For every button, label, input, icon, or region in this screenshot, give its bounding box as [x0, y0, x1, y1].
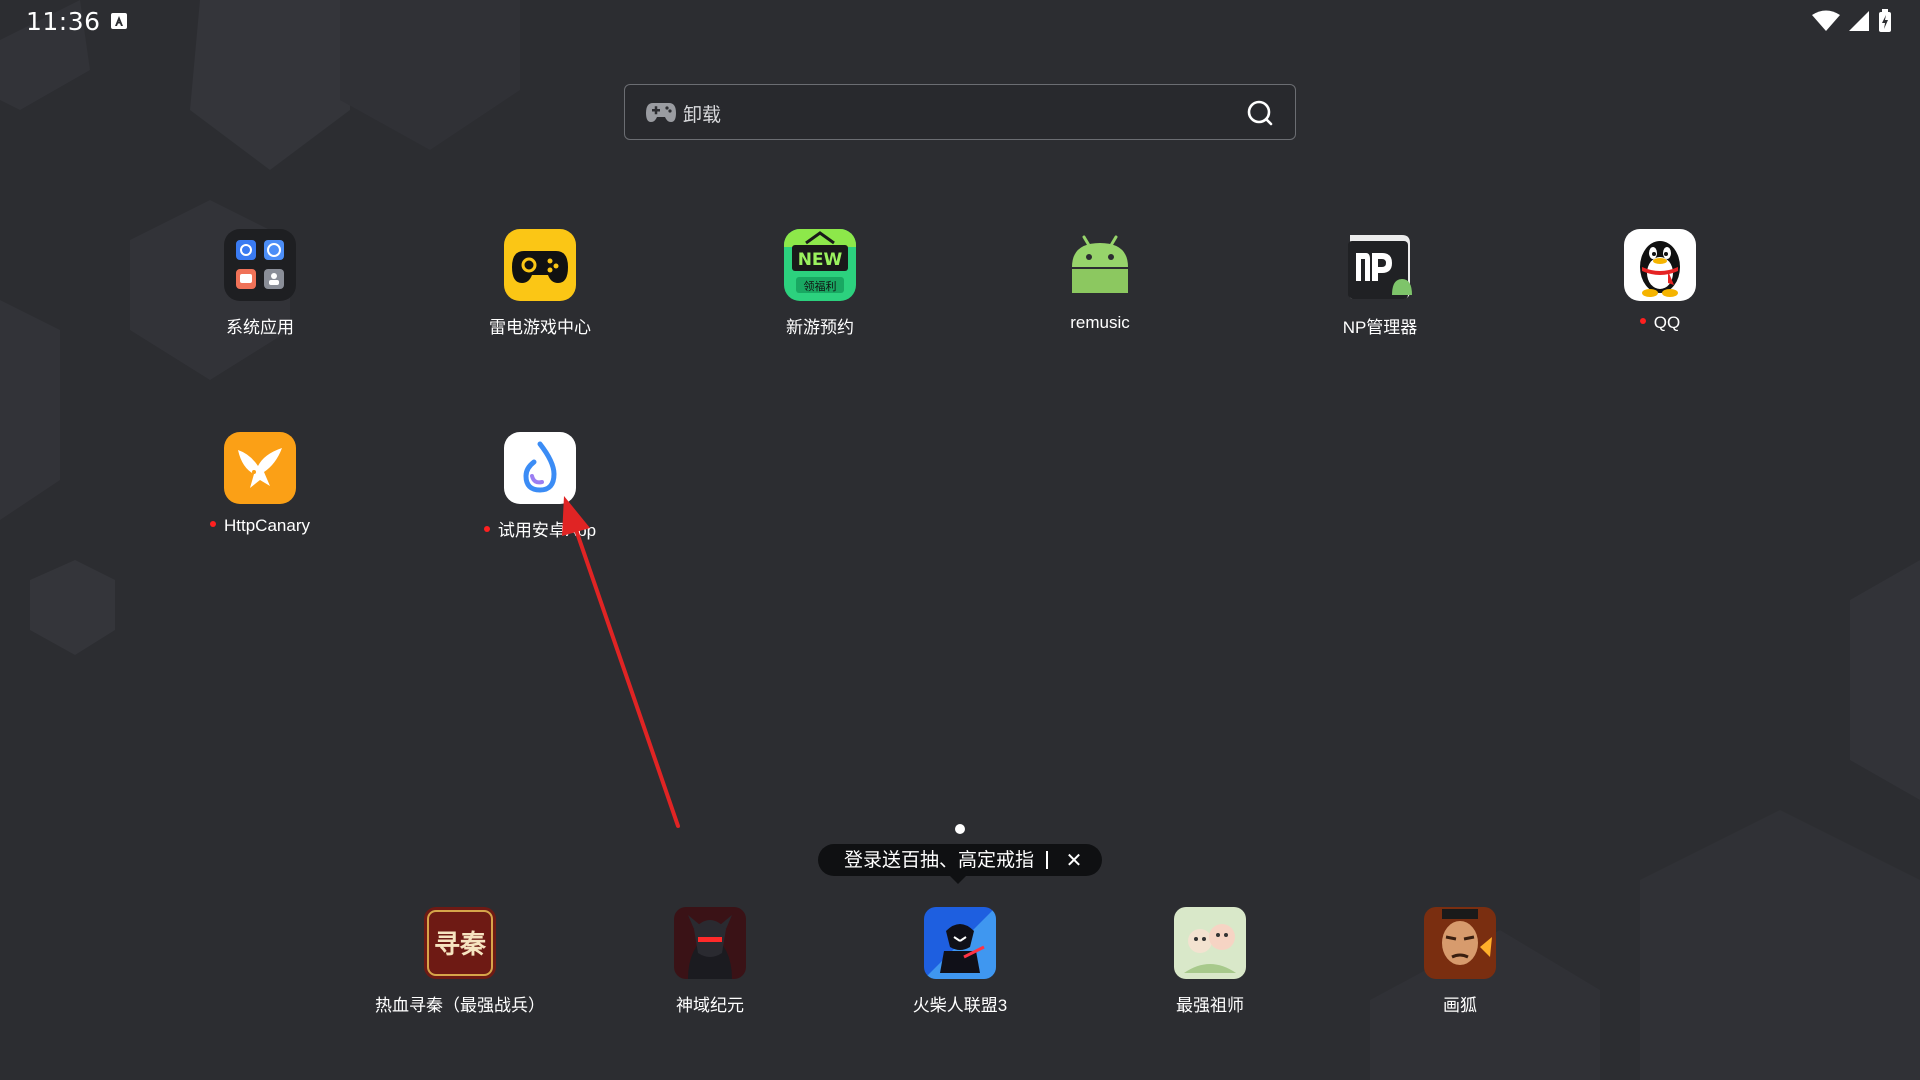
try-app-drop-icon — [504, 432, 576, 504]
search-query: 卸载 — [683, 104, 722, 126]
svg-text:领福利: 领福利 — [804, 279, 837, 293]
app-label: NP管理器 — [1342, 318, 1418, 337]
wifi-icon — [1812, 10, 1840, 31]
page-indicator-dot[interactable] — [955, 824, 965, 834]
app-label: 试用安卓App — [440, 516, 640, 541]
app-label: HttpCanary — [160, 516, 360, 536]
app-label: remusic — [1070, 313, 1130, 332]
tooltip-separator — [1046, 851, 1048, 869]
dock-app-huahu[interactable]: 画狐 — [1360, 907, 1560, 1016]
stickman-game-icon — [924, 907, 996, 979]
search-icon[interactable] — [1245, 98, 1275, 128]
search-bar[interactable]: 卸载 — [624, 84, 1296, 140]
dock-app-xunqin[interactable]: 寻秦 热血寻秦（最强战兵） — [360, 907, 560, 1016]
app-system-apps[interactable]: 系统应用 — [160, 229, 360, 338]
promo-text: 登录送百抽、高定戒指 — [844, 849, 1035, 871]
status-bar: 11:36 — [0, 0, 1920, 44]
app-leidian-game-center[interactable]: 雷电游戏中心 — [440, 229, 640, 338]
gamepad-icon — [646, 103, 676, 122]
close-icon[interactable]: ✕ — [1062, 844, 1086, 876]
app-httpcanary[interactable]: HttpCanary — [160, 432, 360, 536]
new-badge-dot — [210, 520, 216, 527]
svg-text:NEW: NEW — [798, 250, 843, 270]
np-manager-icon — [1344, 229, 1416, 301]
app-label: 最强祖师 — [1176, 996, 1244, 1015]
app-label: 热血寻秦（最强战兵） — [375, 996, 545, 1015]
svg-text:寻秦: 寻秦 — [434, 930, 487, 960]
app-qq[interactable]: QQ — [1560, 229, 1760, 333]
signal-icon — [1849, 11, 1869, 31]
app-label: 火柴人联盟3 — [912, 996, 1008, 1015]
new-badge-dot — [483, 525, 490, 532]
shenyu-game-icon — [674, 907, 746, 979]
keyboard-notification-icon — [111, 13, 127, 29]
app-label: QQ — [1560, 313, 1760, 333]
app-label: 新游预约 — [786, 318, 854, 337]
new-badge-dot — [1639, 317, 1646, 324]
new-game-icon: NEW 领福利 — [784, 229, 856, 301]
app-label: 神域纪元 — [676, 996, 744, 1015]
battery-icon — [1879, 9, 1891, 32]
qq-penguin-icon — [1624, 229, 1696, 301]
httpcanary-bird-icon — [224, 432, 296, 504]
gamepad-app-icon — [504, 229, 576, 301]
system-apps-folder-icon — [224, 229, 296, 301]
huahu-game-icon — [1424, 907, 1496, 979]
dock-app-shenyu[interactable]: 神域纪元 — [610, 907, 810, 1016]
promo-tooltip[interactable]: 登录送百抽、高定戒指 ✕ — [818, 844, 1102, 884]
app-label: 画狐 — [1443, 996, 1477, 1015]
status-icons — [1812, 8, 1892, 34]
dock-app-stickman[interactable]: 火柴人联盟3 — [860, 907, 1060, 1016]
app-remusic[interactable]: remusic — [1000, 229, 1200, 333]
clock: 11:36 — [26, 7, 101, 36]
zushi-game-icon — [1174, 907, 1246, 979]
app-try-android-app[interactable]: 试用安卓App — [440, 432, 640, 541]
app-np-manager[interactable]: NP管理器 — [1280, 229, 1480, 338]
tooltip-tail — [950, 876, 966, 884]
android-icon — [1064, 229, 1136, 301]
app-new-game-booking[interactable]: NEW 领福利 新游预约 — [720, 229, 920, 338]
app-label: 雷电游戏中心 — [489, 318, 591, 337]
dock-app-zushi[interactable]: 最强祖师 — [1110, 907, 1310, 1016]
xunqin-game-icon: 寻秦 — [424, 907, 496, 979]
app-label: 系统应用 — [226, 318, 294, 337]
